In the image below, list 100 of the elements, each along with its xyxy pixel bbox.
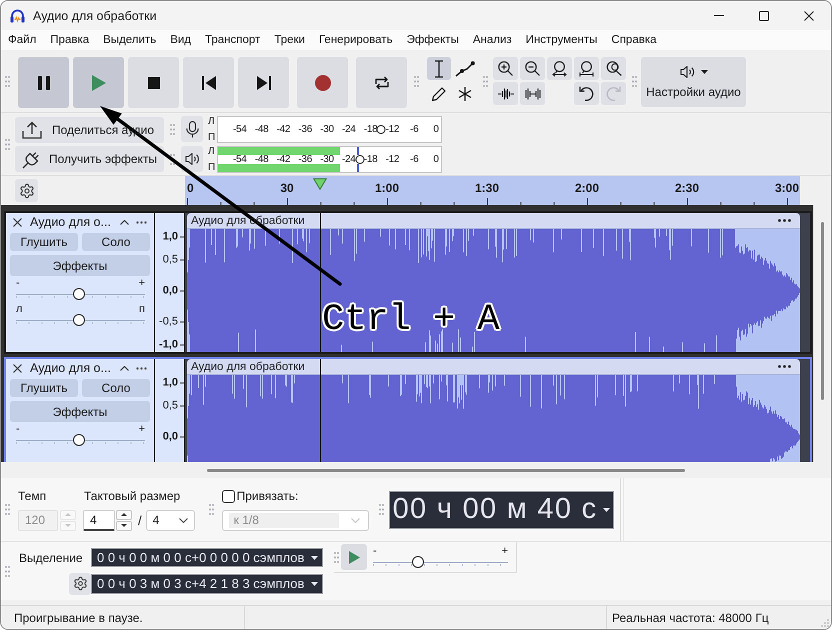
silence-button[interactable] xyxy=(520,82,545,105)
fit-selection-button[interactable] xyxy=(547,57,572,80)
volume-slider-thumb[interactable] xyxy=(355,154,364,164)
menu-item[interactable]: Справка xyxy=(611,34,657,46)
close-icon[interactable] xyxy=(13,364,22,372)
meter-scale-label: -48 xyxy=(254,154,268,164)
upload-icon xyxy=(22,120,42,138)
menu-item[interactable]: Вид xyxy=(170,34,192,46)
mute-button[interactable]: Глушить xyxy=(10,379,78,397)
close-icon[interactable] xyxy=(13,218,22,226)
audio-setup-button[interactable]: Настройки аудио xyxy=(641,57,746,107)
skip-start-button[interactable] xyxy=(183,57,234,108)
amplitude-label: 1,0 xyxy=(162,378,184,388)
menu-item[interactable]: Транспорт xyxy=(205,34,260,46)
selection-start-field[interactable]: 0 0 ч 0 0 м 0 0 с+0 0 0 0 0 сэмплов xyxy=(91,548,323,567)
solo-button[interactable]: Соло xyxy=(82,379,150,397)
fit-project-button[interactable] xyxy=(574,57,599,80)
more-icon[interactable] xyxy=(778,219,791,222)
skip-end-button[interactable] xyxy=(238,57,289,108)
beat-value-dropdown[interactable]: 4 xyxy=(146,510,195,530)
menu-item[interactable]: Анализ xyxy=(472,34,512,46)
asterisk-icon xyxy=(457,86,473,102)
more-icon[interactable] xyxy=(778,365,791,368)
stop-button[interactable] xyxy=(128,57,179,108)
drag-handle-icon[interactable] xyxy=(378,504,384,515)
slider-thumb[interactable] xyxy=(73,288,86,300)
volume-slider-thumb[interactable] xyxy=(376,124,386,134)
time-display[interactable]: 00 ч 00 м 40 с xyxy=(388,490,614,528)
selection-label: Выделение xyxy=(19,550,84,564)
meter-scale-label: -36 xyxy=(298,124,312,134)
envelope-line-icon xyxy=(455,60,475,76)
drag-handle-icon[interactable] xyxy=(5,566,10,576)
spin-up-button[interactable] xyxy=(116,510,132,520)
drag-handle-icon[interactable] xyxy=(5,504,10,515)
selection-end-field[interactable]: 0 0 ч 0 3 м 0 3 с+4 2 1 8 3 сэмплов xyxy=(91,574,323,594)
solo-button[interactable]: Соло xyxy=(82,233,150,251)
shortcut-annotation: Ctrl + A xyxy=(322,300,500,340)
pause-button[interactable] xyxy=(18,57,69,108)
undo-button[interactable] xyxy=(574,82,599,105)
record-button[interactable] xyxy=(297,57,348,108)
trim-button[interactable] xyxy=(493,82,518,105)
track-name[interactable]: Аудио для о... xyxy=(30,361,120,375)
loop-button[interactable] xyxy=(356,57,407,108)
effects-button[interactable]: Эффекты xyxy=(10,255,150,276)
drag-handle-icon[interactable] xyxy=(632,76,637,87)
microphone-button[interactable] xyxy=(181,116,203,142)
zoom-out-button[interactable] xyxy=(520,57,545,80)
chevron-up-icon[interactable] xyxy=(120,366,129,370)
beats-field[interactable]: 4 xyxy=(83,510,115,530)
menu-item[interactable]: Эффекты xyxy=(406,34,459,46)
drag-handle-icon[interactable] xyxy=(334,552,339,562)
resize-grip-icon[interactable] xyxy=(821,619,829,627)
timeline-settings-button[interactable] xyxy=(15,179,38,202)
meter-scale-label: -24 xyxy=(342,124,356,134)
spin-down-button[interactable] xyxy=(116,520,132,530)
slider-thumb[interactable] xyxy=(73,434,86,446)
drag-handle-icon[interactable] xyxy=(170,124,175,134)
clip-title[interactable]: Аудио для обработки xyxy=(191,360,778,372)
drag-handle-icon[interactable] xyxy=(5,138,10,150)
snap-label: Привязать: xyxy=(236,489,298,503)
menu-item[interactable]: Инструменты xyxy=(526,34,598,46)
selection-settings-button[interactable] xyxy=(69,572,91,594)
scrollbar-thumb[interactable] xyxy=(207,468,685,472)
menu-item[interactable]: Треки xyxy=(274,34,305,46)
get-effects-button[interactable]: Получить эффекты xyxy=(15,146,164,172)
meter-scale-label: -24 xyxy=(342,154,356,164)
zoom-toggle-button[interactable] xyxy=(601,57,626,80)
more-icon[interactable] xyxy=(136,220,147,224)
menu-item[interactable]: Выделить xyxy=(103,34,156,46)
chevron-up-icon[interactable] xyxy=(120,220,129,224)
menu-item[interactable]: Файл xyxy=(8,34,36,46)
amplitude-label: 0,5 xyxy=(162,400,184,412)
drag-handle-icon[interactable] xyxy=(208,504,214,515)
zoom-in-button[interactable] xyxy=(493,57,518,80)
meter-scale-label: -54 xyxy=(233,124,247,134)
slider-thumb[interactable] xyxy=(73,314,86,326)
waveform-trim-icon xyxy=(498,88,514,100)
playhead-triangle-icon[interactable] xyxy=(313,178,328,190)
meter-scale-label: -18 xyxy=(364,154,378,164)
scrollbar-thumb[interactable] xyxy=(821,222,824,400)
gain-max-label: + xyxy=(138,424,145,434)
speaker-button[interactable] xyxy=(181,146,203,172)
select-tool-button[interactable] xyxy=(427,57,451,80)
amplitude-label: -1,0 xyxy=(159,340,184,350)
pause-icon xyxy=(38,76,50,90)
time-signature-label: Тактовый размер xyxy=(84,489,180,503)
more-icon[interactable] xyxy=(136,366,147,370)
drag-handle-icon[interactable] xyxy=(170,154,175,164)
window-title: Аудио для обработки xyxy=(33,8,157,22)
drag-handle-icon[interactable] xyxy=(483,76,488,87)
effects-button[interactable]: Эффекты xyxy=(10,401,150,422)
slider-thumb[interactable] xyxy=(412,556,424,568)
menu-item[interactable]: Правка xyxy=(50,34,90,46)
play-at-speed-button[interactable] xyxy=(341,544,367,570)
zoom-in-icon xyxy=(498,61,513,76)
drag-handle-icon[interactable] xyxy=(5,76,10,87)
menu-item[interactable]: Генерировать xyxy=(318,34,393,46)
mute-button[interactable]: Глушить xyxy=(10,233,78,251)
drag-handle-icon[interactable] xyxy=(414,76,419,87)
track-name[interactable]: Аудио для о... xyxy=(30,215,120,229)
